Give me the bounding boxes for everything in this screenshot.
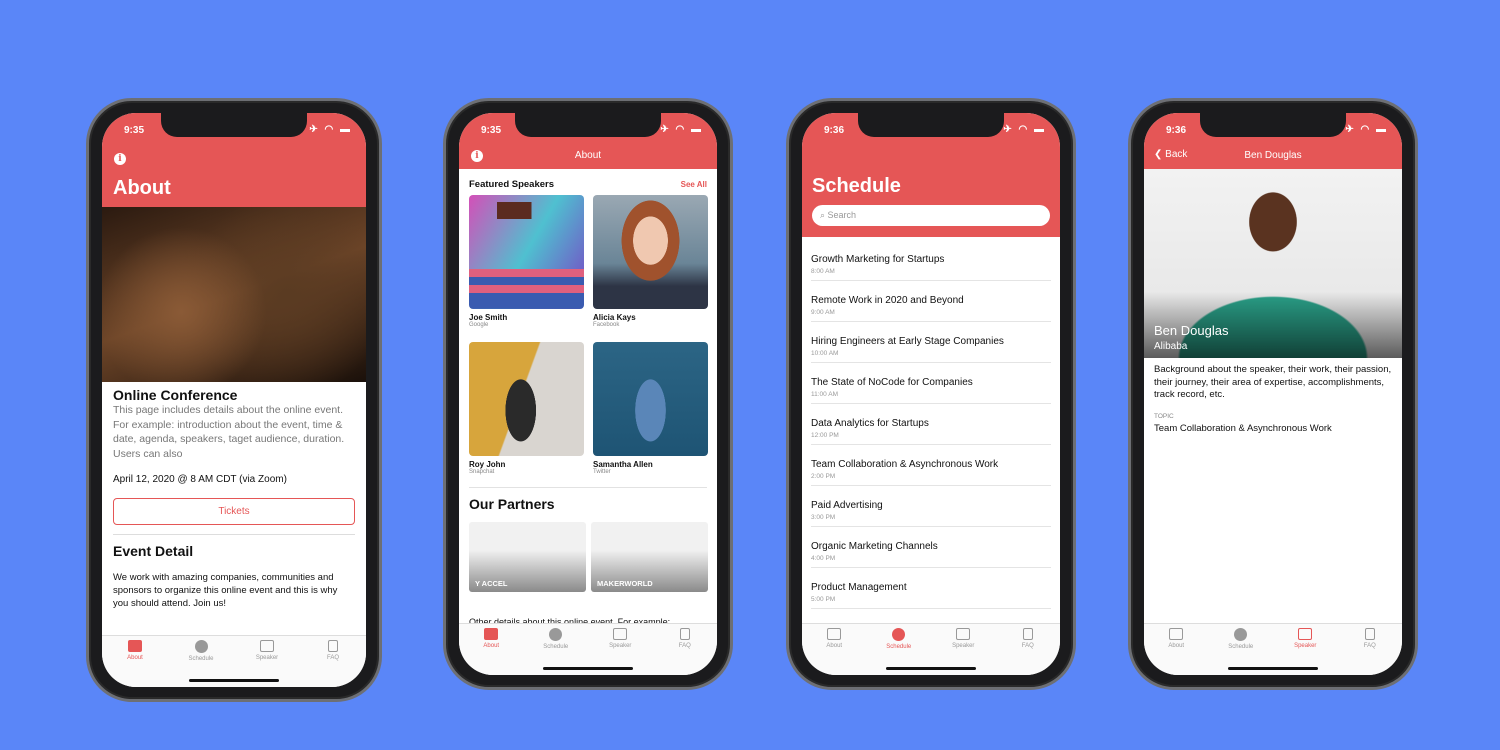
partner-card[interactable]: Y ACCEL bbox=[469, 522, 586, 592]
session-time: 9:00 AM bbox=[811, 309, 835, 316]
speaker-name: Ben Douglas bbox=[1154, 323, 1229, 338]
home-indicator bbox=[1228, 667, 1318, 670]
session-row[interactable]: The State of NoCode for Companies 11:00 A… bbox=[811, 363, 1051, 404]
speaker-card[interactable]: Samantha Allen Twitter bbox=[593, 342, 708, 475]
phone-speakers: 9:35 ✈ ◠ ▬ i About Featured Speakers See … bbox=[443, 98, 733, 690]
tab-about[interactable]: About bbox=[802, 624, 867, 675]
session-time: 10:00 AM bbox=[811, 350, 839, 357]
speaker-card[interactable]: Alicia Kays Facebook bbox=[593, 195, 708, 328]
notch bbox=[858, 113, 1004, 137]
person-card-icon bbox=[260, 640, 274, 652]
session-title: Hiring Engineers at Early Stage Companie… bbox=[811, 336, 1004, 347]
session-title: The State of NoCode for Companies bbox=[811, 377, 973, 388]
session-title: Remote Work in 2020 and Beyond bbox=[811, 295, 964, 306]
screen: 9:35 ✈ ◠ ▬ i About Online Conference This… bbox=[102, 113, 366, 687]
session-time: 11:00 AM bbox=[811, 391, 838, 398]
tab-faq[interactable]: FAQ bbox=[653, 624, 718, 675]
speaker-photo: Ben Douglas Alibaba bbox=[1144, 169, 1402, 358]
clock: 9:35 bbox=[124, 125, 145, 136]
speaker-photo bbox=[469, 342, 584, 456]
speaker-photo bbox=[593, 342, 708, 456]
session-row[interactable]: Product Management 5:00 PM bbox=[811, 568, 1051, 609]
session-title: Paid Advertising bbox=[811, 500, 883, 511]
session-row[interactable]: Organic Marketing Channels 4:00 PM bbox=[811, 527, 1051, 568]
phone-speaker-detail: 9:36 ✈ ◠ ▬ ❮ Back Ben Douglas Ben Douglas… bbox=[1128, 98, 1418, 690]
notch bbox=[161, 113, 307, 137]
phone-about: 9:35 ✈ ◠ ▬ i About Online Conference This… bbox=[86, 98, 382, 702]
tab-faq[interactable]: FAQ bbox=[996, 624, 1061, 675]
event-photo bbox=[102, 207, 366, 382]
nav-title: Ben Douglas bbox=[1244, 150, 1302, 161]
search-icon: ⌕ bbox=[820, 210, 828, 220]
topic-value: Team Collaboration & Asynchronous Work bbox=[1154, 422, 1332, 434]
page-title: About bbox=[113, 177, 171, 199]
search-input[interactable]: ⌕ Search bbox=[812, 205, 1050, 226]
see-all-link[interactable]: See All bbox=[681, 180, 707, 189]
topic-label: TOPIC bbox=[1154, 412, 1174, 420]
home-indicator bbox=[886, 667, 976, 670]
event-intro: This page includes details about the onl… bbox=[113, 404, 345, 460]
nav-title: About bbox=[574, 150, 602, 161]
notch bbox=[1200, 113, 1346, 137]
featured-heading: Featured Speakers bbox=[469, 179, 555, 190]
detail-text: We work with amazing companies, communit… bbox=[113, 572, 338, 609]
tab-about[interactable]: About bbox=[102, 636, 168, 687]
info-icon[interactable]: i bbox=[114, 153, 126, 165]
session-row[interactable]: Team Collaboration & Asynchronous Work 2:… bbox=[811, 445, 1051, 486]
phone-schedule: 9:36 ✈ ◠ ▬ Schedule ⌕ Search Growth Marke… bbox=[786, 98, 1076, 690]
speaker-company: Alibaba bbox=[1154, 341, 1188, 352]
session-time: 4:00 PM bbox=[811, 555, 836, 562]
event-title: Online Conference bbox=[113, 387, 238, 403]
speaker-card[interactable]: Roy John Snapchat bbox=[469, 342, 584, 475]
session-row[interactable]: Growth Marketing for Startups 8:00 AM bbox=[811, 240, 1051, 281]
session-title: Product Management bbox=[811, 582, 907, 593]
session-title: Organic Marketing Channels bbox=[811, 541, 938, 552]
speaker-card[interactable]: Joe Smith Google bbox=[469, 195, 584, 328]
tab-faq[interactable]: FAQ bbox=[300, 636, 366, 687]
info-doc-icon bbox=[328, 640, 338, 652]
partners-heading: Our Partners bbox=[469, 496, 555, 512]
session-time: 8:00 AM bbox=[811, 268, 835, 275]
session-time: 2:00 PM bbox=[811, 473, 836, 480]
session-title: Data Analytics for Startups bbox=[811, 418, 929, 429]
speaker-photo bbox=[469, 195, 584, 309]
session-time: 5:00 PM bbox=[811, 596, 836, 603]
page-title: Schedule bbox=[812, 175, 901, 197]
tab-about[interactable]: About bbox=[459, 624, 524, 675]
detail-heading: Event Detail bbox=[113, 543, 194, 559]
session-time: 12:00 PM bbox=[811, 432, 839, 439]
tab-faq[interactable]: FAQ bbox=[1338, 624, 1403, 675]
partner-card[interactable]: MAKERWORLD bbox=[591, 522, 708, 592]
speaker-photo bbox=[593, 195, 708, 309]
notch bbox=[515, 113, 661, 137]
screen: 9:36 ✈ ◠ ▬ ❮ Back Ben Douglas Ben Douglas… bbox=[1144, 113, 1402, 675]
screen: 9:35 ✈ ◠ ▬ i About Featured Speakers See … bbox=[459, 113, 717, 675]
session-list: Growth Marketing for Startups 8:00 AM Remo… bbox=[802, 240, 1060, 609]
speaker-bio: Background about the speaker, their work… bbox=[1154, 364, 1392, 400]
session-title: Team Collaboration & Asynchronous Work bbox=[811, 459, 999, 470]
home-indicator bbox=[543, 667, 633, 670]
tickets-button[interactable]: Tickets bbox=[113, 498, 355, 525]
session-row[interactable]: Remote Work in 2020 and Beyond 9:00 AM bbox=[811, 281, 1051, 322]
session-row[interactable]: Hiring Engineers at Early Stage Companie… bbox=[811, 322, 1051, 363]
session-row[interactable]: Data Analytics for Startups 12:00 PM bbox=[811, 404, 1051, 445]
tab-about[interactable]: About bbox=[1144, 624, 1209, 675]
home-indicator bbox=[189, 679, 279, 682]
session-title: Growth Marketing for Startups bbox=[811, 254, 945, 265]
status-icons: ✈ ◠ ▬ bbox=[309, 124, 352, 135]
session-row[interactable]: Paid Advertising 3:00 PM bbox=[811, 486, 1051, 527]
list-icon bbox=[194, 640, 208, 653]
event-date: April 12, 2020 @ 8 AM CDT (via Zoom) bbox=[113, 474, 287, 485]
session-time: 3:00 PM bbox=[811, 514, 836, 521]
screen: 9:36 ✈ ◠ ▬ Schedule ⌕ Search Growth Marke… bbox=[802, 113, 1060, 675]
laptop-icon bbox=[128, 640, 142, 652]
